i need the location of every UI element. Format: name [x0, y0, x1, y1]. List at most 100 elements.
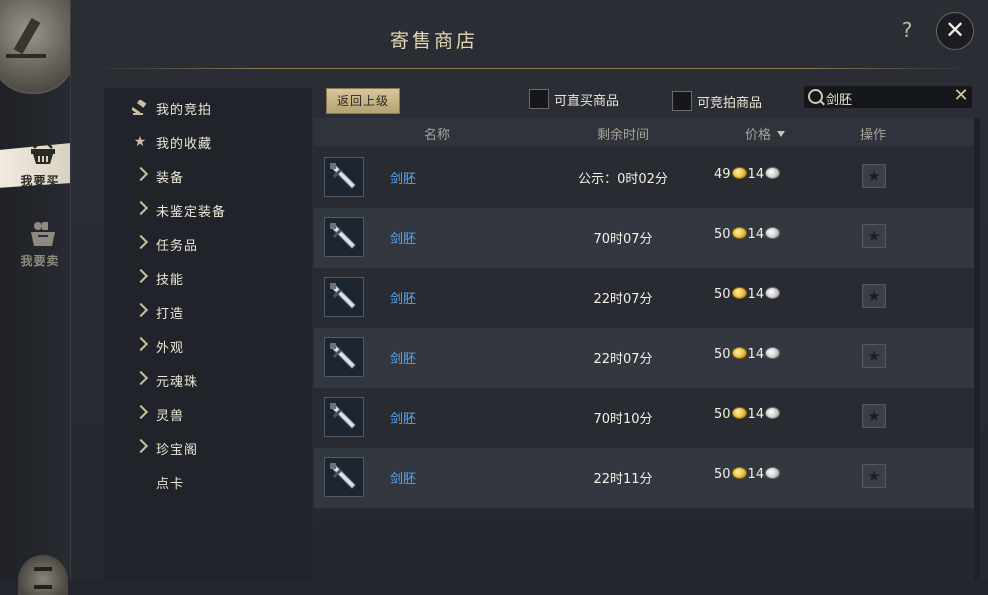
category-label: 我的收藏 [156, 137, 213, 152]
favorite-button[interactable]: ★ [862, 284, 886, 308]
header-price[interactable]: 价格 [745, 124, 786, 143]
sort-desc-icon [777, 131, 786, 137]
category-equipment[interactable]: 装备 [104, 164, 312, 190]
gold-coin-icon [731, 227, 747, 239]
chevron-right-icon [133, 200, 149, 216]
favorite-button[interactable]: ★ [862, 464, 886, 488]
category-label: 未鉴定装备 [156, 205, 227, 220]
table-row[interactable]: 剑胚 70时10分 50 14 ★ [314, 388, 974, 448]
title-divider [90, 68, 975, 69]
table-row[interactable]: 剑胚 70时07分 50 14 ★ [314, 208, 974, 268]
item-name[interactable]: 剑胚 [390, 168, 416, 187]
goods-bag-icon [31, 222, 55, 246]
category-my-auctions[interactable]: 我的竞拍 [104, 96, 312, 122]
header-name: 名称 [424, 128, 451, 143]
chevron-right-icon [133, 166, 149, 182]
chevron-right-icon [133, 302, 149, 318]
star-icon: ★ [867, 467, 881, 485]
gold-coin-icon [731, 287, 747, 299]
remaining-time: 22时07分 [593, 292, 653, 307]
filter-buyable-checkbox[interactable] [529, 89, 549, 109]
star-icon: ★ [867, 407, 881, 425]
price: 50 14 [714, 347, 781, 362]
item-name[interactable]: 剑胚 [390, 288, 416, 307]
sword-blank-icon [324, 157, 364, 197]
filter-buyable-label: 可直买商品 [554, 94, 620, 109]
category-quest-items[interactable]: 任务品 [104, 232, 312, 258]
remaining-time: 70时10分 [593, 412, 653, 427]
chevron-right-icon [133, 336, 149, 352]
item-name[interactable]: 剑胚 [390, 228, 416, 247]
filter-auction-checkbox[interactable] [672, 91, 692, 111]
back-button[interactable]: 返回上级 [326, 88, 400, 114]
silver-amount: 14 [747, 167, 765, 182]
silver-amount: 14 [747, 407, 765, 422]
star-icon: ★ [133, 134, 147, 150]
search-clear-button[interactable]: ✕ [952, 86, 970, 108]
close-button[interactable]: ✕ [936, 12, 974, 50]
remaining-time: 公示：0时02分 [578, 172, 668, 187]
item-name[interactable]: 剑胚 [390, 348, 416, 367]
search-value: 剑胚 [826, 93, 853, 108]
help-button[interactable]: ? [896, 18, 918, 44]
sword-blank-icon [324, 457, 364, 497]
gold-coin-icon [731, 467, 747, 479]
item-name[interactable]: 剑胚 [390, 408, 416, 427]
category-crafting[interactable]: 打造 [104, 300, 312, 326]
price: 50 14 [714, 407, 781, 422]
silver-coin-icon [765, 467, 781, 479]
category-appearance[interactable]: 外观 [104, 334, 312, 360]
category-label: 任务品 [156, 239, 199, 254]
sword-blank-icon [324, 337, 364, 377]
category-label: 技能 [156, 273, 185, 288]
favorite-button[interactable]: ★ [862, 164, 886, 188]
category-skills[interactable]: 技能 [104, 266, 312, 292]
table-row[interactable]: 剑胚 公示：0时02分 49 14 ★ [314, 148, 974, 208]
search-icon [808, 89, 823, 104]
list-scrollbar[interactable] [974, 118, 980, 580]
category-spirit-beasts[interactable]: 灵兽 [104, 402, 312, 428]
price: 50 14 [714, 287, 781, 302]
category-label: 我的竞拍 [156, 103, 213, 118]
gold-amount: 50 [714, 227, 731, 242]
price: 50 14 [714, 227, 781, 242]
category-my-favorites[interactable]: ★ 我的收藏 [104, 130, 312, 156]
header-remaining-time: 剩余时间 [597, 128, 650, 143]
gold-coin-icon [731, 347, 747, 359]
gold-amount: 49 [714, 167, 731, 182]
category-label: 元魂珠 [156, 375, 199, 390]
silver-coin-icon [765, 287, 781, 299]
chevron-right-icon [133, 438, 149, 454]
category-label: 打造 [156, 307, 185, 322]
price: 50 14 [714, 467, 781, 482]
favorite-button[interactable]: ★ [862, 404, 886, 428]
gold-coin-icon [731, 407, 747, 419]
category-game-cards[interactable]: 点卡 [104, 470, 312, 496]
category-soul-beads[interactable]: 元魂珠 [104, 368, 312, 394]
silver-coin-icon [765, 227, 781, 239]
silver-amount: 14 [747, 287, 765, 302]
silver-coin-icon [765, 347, 781, 359]
category-label: 珍宝阁 [156, 443, 199, 458]
item-name[interactable]: 剑胚 [390, 468, 416, 487]
gold-amount: 50 [714, 347, 731, 362]
chevron-right-icon [133, 268, 149, 284]
list-empty-area [314, 514, 974, 580]
chevron-right-icon [133, 234, 149, 250]
sword-blank-icon [324, 397, 364, 437]
table-row[interactable]: 剑胚 22时07分 50 14 ★ [314, 268, 974, 328]
filter-auction-label: 可竞拍商品 [697, 96, 763, 111]
category-label: 装备 [156, 171, 185, 186]
table-row[interactable]: 剑胚 22时07分 50 14 ★ [314, 328, 974, 388]
table-row[interactable]: 剑胚 22时11分 50 14 ★ [314, 448, 974, 508]
remaining-time: 22时07分 [593, 352, 653, 367]
favorite-button[interactable]: ★ [862, 224, 886, 248]
category-unidentified-equipment[interactable]: 未鉴定装备 [104, 198, 312, 224]
tab-buy-label: 我要买 [20, 174, 60, 188]
price: 49 14 [714, 167, 781, 182]
category-treasure-pavilion[interactable]: 珍宝阁 [104, 436, 312, 462]
remaining-time: 22时11分 [593, 472, 653, 487]
search-input[interactable]: 剑胚 ✕ [804, 86, 972, 108]
silver-amount: 14 [747, 347, 765, 362]
favorite-button[interactable]: ★ [862, 344, 886, 368]
